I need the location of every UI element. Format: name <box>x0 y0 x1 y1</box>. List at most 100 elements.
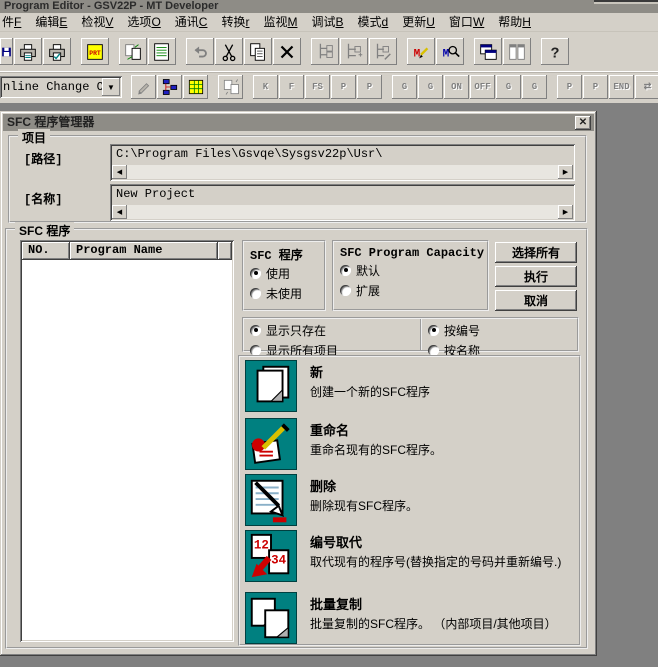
monitor-blue-icon[interactable]: M <box>436 38 464 65</box>
sfc-symbol-button-g: G <box>392 75 417 99</box>
menu-item-d[interactable]: 模式d <box>351 13 396 32</box>
menu-item-m[interactable]: 监视M <box>256 13 304 32</box>
tree-colored-icon[interactable] <box>157 75 182 99</box>
online-change-combo[interactable]: nline Change OFF ▼ <box>0 76 122 98</box>
action-title: 删除 <box>310 476 572 495</box>
svg-text:12: 12 <box>254 538 269 552</box>
svg-text:?: ? <box>551 45 560 61</box>
path-field[interactable]: C:\Program Files\Gsvqe\Sysgsv22p\Usr\ ◀ … <box>110 144 575 181</box>
name-value: New Project <box>110 184 575 202</box>
capacity-panel-title: SFC Program Capacity <box>334 242 487 260</box>
radio-icon[interactable] <box>250 288 261 299</box>
pencil-gray-icon <box>131 75 156 99</box>
rename-icon[interactable] <box>245 418 297 470</box>
radio-icon[interactable] <box>250 268 261 279</box>
save-icon[interactable] <box>0 38 13 65</box>
renumber-icon[interactable]: 1234 <box>245 530 297 582</box>
sfc-program-option-未使用[interactable]: 未使用 <box>244 283 324 303</box>
delete-icon[interactable] <box>245 474 297 526</box>
menu-item-w[interactable]: 窗口W <box>442 13 491 32</box>
radio-icon[interactable] <box>428 325 439 336</box>
close-icon: ✕ <box>579 115 587 132</box>
menu-item-v[interactable]: 检视V <box>74 13 120 32</box>
pages-transfer-icon[interactable] <box>119 38 147 65</box>
sfc-symbol-button-end: END <box>609 75 634 99</box>
batch-copy-icon[interactable] <box>245 592 297 644</box>
sfc-symbol-button-off: OFF <box>470 75 495 99</box>
sfc-symbol-button-⇄: ⇄ <box>635 75 658 99</box>
capacity-panel: SFC Program Capacity 默认扩展 <box>332 240 489 311</box>
cancel-button[interactable]: 取消 <box>495 290 577 311</box>
cut-icon[interactable] <box>215 38 243 65</box>
copy-icon[interactable] <box>244 38 272 65</box>
name-field[interactable]: New Project ◀ ▶ <box>110 184 575 221</box>
menu-item-h[interactable]: 帮助H <box>491 13 538 32</box>
scroll-right-icon[interactable]: ▶ <box>558 205 573 219</box>
sfc-manager-dialog: SFC 程序管理器 ✕ 项目 [路径] C:\Program Files\Gsv… <box>0 111 597 656</box>
action-title: 批量复制 <box>310 594 572 613</box>
capacity-option-扩展[interactable]: 扩展 <box>334 280 487 300</box>
sort-option-按编号[interactable]: 按编号 <box>422 320 577 340</box>
radio-icon[interactable] <box>250 345 261 356</box>
list-column-program-name[interactable]: Program Name <box>70 242 218 260</box>
list-column-no-[interactable]: NO. <box>22 242 70 260</box>
sfc-symbol-button-k: K <box>253 75 278 99</box>
menu-item-o[interactable]: 选项O <box>120 13 167 32</box>
menu-item-u[interactable]: 更新U <box>395 13 442 32</box>
branch-add-icon <box>340 38 368 65</box>
radio-icon[interactable] <box>340 265 351 276</box>
action-row-batch-copy: 批量复制批量复制的SFC程序。 （内部项目/其他项目） <box>240 589 579 644</box>
radio-icon[interactable] <box>250 325 261 336</box>
printer-check-icon[interactable] <box>43 38 71 65</box>
action-description: 删除现有SFC程序。 <box>310 498 572 514</box>
monitor-red-icon[interactable]: M <box>407 38 435 65</box>
sfc-symbol-button-g: G <box>496 75 521 99</box>
close-button[interactable]: ✕ <box>575 116 591 130</box>
scroll-right-icon[interactable]: ▶ <box>558 165 573 179</box>
radio-icon[interactable] <box>340 285 351 296</box>
menu-bar: 件F编辑E检视V选项O通讯C转换r监视M调试B模式d更新U窗口W帮助H <box>0 13 658 32</box>
sfc-program-panel: SFC 程序 使用未使用 <box>242 240 326 311</box>
new-doc-icon[interactable] <box>245 360 297 412</box>
name-scroll-track[interactable] <box>127 205 558 219</box>
list-column-extra[interactable] <box>218 242 232 260</box>
scroll-left-icon[interactable]: ◀ <box>112 165 127 179</box>
radio-label: 使用 <box>266 265 290 282</box>
scroll-left-icon[interactable]: ◀ <box>112 205 127 219</box>
select-all-button[interactable]: 选择所有 <box>495 242 577 263</box>
online-change-value: nline Change OFF <box>0 80 102 94</box>
delete-x-icon[interactable] <box>273 38 301 65</box>
window-cascade-icon[interactable] <box>474 38 502 65</box>
prt-icon[interactable]: PRT <box>81 38 109 65</box>
sfc-symbol-button-p: P <box>583 75 608 99</box>
doc-grid-icon[interactable] <box>148 38 176 65</box>
radio-icon[interactable] <box>428 345 439 356</box>
menu-item-f[interactable]: 件F <box>0 13 28 32</box>
printer-icon[interactable] <box>14 38 42 65</box>
program-list[interactable]: NO.Program Name <box>20 240 234 642</box>
execute-button[interactable]: 执行 <box>495 266 577 287</box>
radio-label: 扩展 <box>356 282 380 299</box>
grid-yellow-icon[interactable] <box>183 75 208 99</box>
chevron-down-icon[interactable]: ▼ <box>102 78 120 96</box>
action-row-rename: 重命名重命名现有的SFC程序。 <box>240 415 579 471</box>
menu-item-c[interactable]: 通讯C <box>168 13 215 32</box>
help-icon[interactable]: ? <box>541 38 569 65</box>
action-title: 编号取代 <box>310 532 572 551</box>
sfc-symbol-button-fs: FS <box>305 75 330 99</box>
menu-item-e[interactable]: 编辑E <box>28 13 74 32</box>
menu-item-b[interactable]: 调试B <box>305 13 351 32</box>
toolbar-sfc: nline Change OFF ▼ KFFSPPGGONOFFGGPPEND⇄ <box>0 71 658 103</box>
name-scrollbar[interactable]: ◀ ▶ <box>112 205 573 219</box>
menu-item-r[interactable]: 转换r <box>214 13 256 32</box>
path-scrollbar[interactable]: ◀ ▶ <box>112 165 573 179</box>
path-scroll-track[interactable] <box>127 165 558 179</box>
display-option-显示只存在[interactable]: 显示只存在 <box>244 320 420 340</box>
sfc-program-option-使用[interactable]: 使用 <box>244 263 324 283</box>
action-description: 创建一个新的SFC程序 <box>310 384 572 400</box>
action-title: 新 <box>310 362 572 381</box>
capacity-option-默认[interactable]: 默认 <box>334 260 487 280</box>
dialog-titlebar[interactable]: SFC 程序管理器 ✕ <box>3 114 594 131</box>
radio-label: 显示只存在 <box>266 322 326 339</box>
sfc-symbol-button-p: P <box>557 75 582 99</box>
